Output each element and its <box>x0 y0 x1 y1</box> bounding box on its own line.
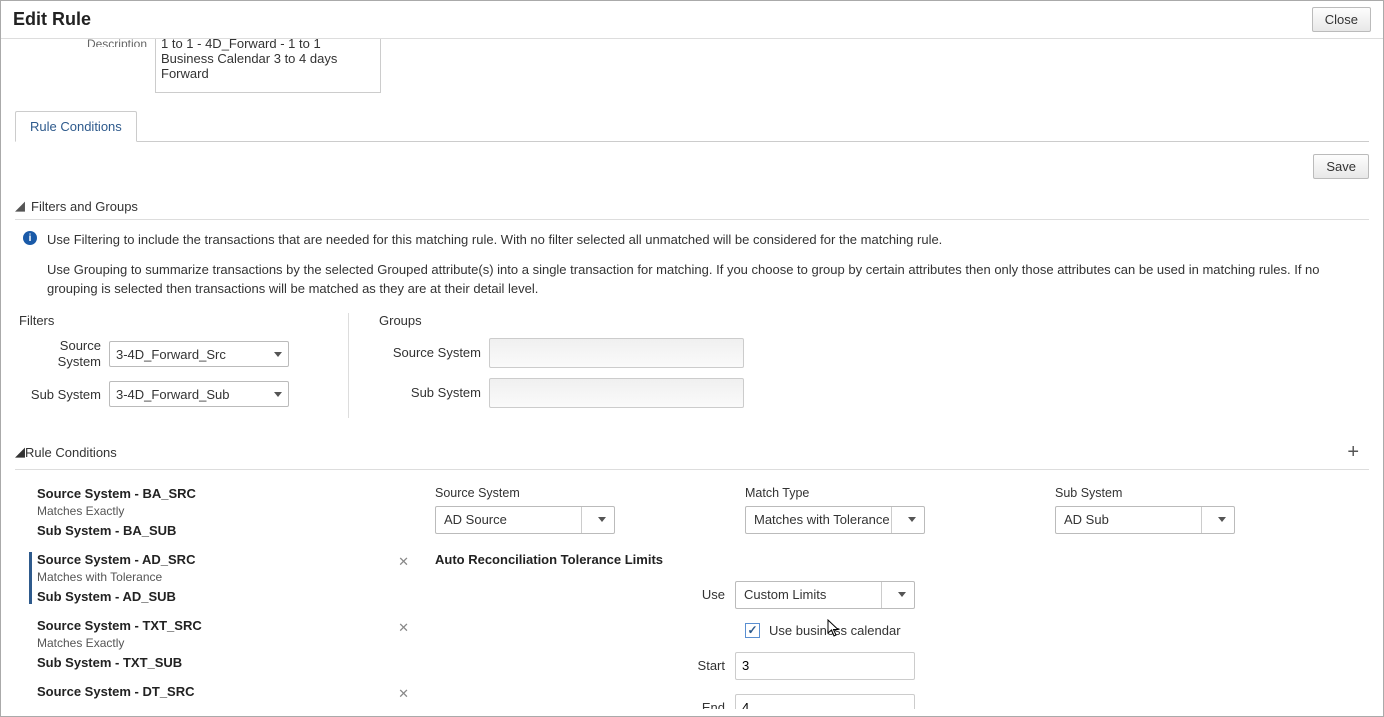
end-input[interactable] <box>735 694 915 710</box>
remove-condition-icon[interactable]: ✕ <box>398 554 409 570</box>
condition-matchtype: Matches Exactly <box>37 636 435 650</box>
condition-source: Source System - TXT_SRC <box>37 618 435 633</box>
detail-sub-value: AD Sub <box>1064 512 1109 527</box>
group-source-input[interactable] <box>489 338 744 368</box>
condition-matchtype: Matches with Tolerance <box>37 570 435 584</box>
detail-sub-label: Sub System <box>1055 486 1235 500</box>
use-label: Use <box>435 587 735 602</box>
rule-conditions-toggle[interactable]: ◢ Rule Conditions <box>15 444 117 460</box>
groups-column: Groups Source System Sub System <box>349 313 744 418</box>
dialog-header: Edit Rule Close <box>1 1 1383 39</box>
info-text: Use Filtering to include the transaction… <box>47 230 1365 299</box>
chevron-down-icon <box>1218 517 1226 522</box>
close-button[interactable]: Close <box>1312 7 1371 32</box>
sub-system-filter-value: 3-4D_Forward_Sub <box>116 387 229 402</box>
filters-title: Filters <box>19 313 328 328</box>
groups-title: Groups <box>379 313 744 328</box>
chevron-down-icon <box>274 392 282 397</box>
remove-condition-icon[interactable]: ✕ <box>398 686 409 702</box>
detail-sub-select[interactable]: AD Sub <box>1055 506 1235 534</box>
use-select[interactable]: Custom Limits <box>735 581 915 609</box>
tab-rule-conditions[interactable]: Rule Conditions <box>15 111 137 142</box>
conditions-body: Source System - BA_SRC Matches Exactly S… <box>15 470 1369 710</box>
condition-item[interactable]: Source System - TXT_SRC Matches Exactly … <box>29 618 435 670</box>
info-icon: i <box>23 231 37 245</box>
use-value: Custom Limits <box>744 587 826 602</box>
condition-item[interactable]: Source System - BA_SRC Matches Exactly S… <box>29 486 435 538</box>
info-line1: Use Filtering to include the transaction… <box>47 230 1365 250</box>
chevron-down-icon <box>898 592 906 597</box>
condition-sub: Sub System - AD_SUB <box>37 589 435 604</box>
add-condition-button[interactable]: + <box>1341 441 1365 464</box>
conditions-list: Source System - BA_SRC Matches Exactly S… <box>15 486 435 710</box>
detail-source-label: Source System <box>435 486 615 500</box>
info-line2: Use Grouping to summarize transactions b… <box>47 260 1365 299</box>
description-label: Description <box>15 39 155 47</box>
detail-source-select[interactable]: AD Source <box>435 506 615 534</box>
condition-detail: Source System AD Source Match Type Match… <box>435 486 1369 710</box>
condition-item[interactable]: Source System - AD_SRC Matches with Tole… <box>29 552 435 604</box>
condition-source: Source System - AD_SRC <box>37 552 435 567</box>
end-label: End <box>435 700 735 709</box>
filters-groups-header[interactable]: ◢ Filters and Groups <box>15 193 1369 220</box>
filters-column: Filters Source System 3-4D_Forward_Src S… <box>19 313 349 418</box>
description-input[interactable] <box>155 39 381 93</box>
condition-item[interactable]: Source System - DT_SRC <box>29 684 435 699</box>
dialog-content[interactable]: Description Rule Conditions Save ◢ Filte… <box>1 39 1383 709</box>
dialog-title: Edit Rule <box>13 9 91 30</box>
chevron-down-icon <box>274 352 282 357</box>
group-sub-input[interactable] <box>489 378 744 408</box>
source-system-filter-select[interactable]: 3-4D_Forward_Src <box>109 341 289 367</box>
sub-system-label: Sub System <box>19 387 109 402</box>
chevron-down-icon <box>598 517 606 522</box>
group-source-label: Source System <box>379 345 489 360</box>
description-row: Description <box>15 39 1369 93</box>
condition-matchtype: Matches Exactly <box>37 504 435 518</box>
tolerance-title: Auto Reconciliation Tolerance Limits <box>435 552 1359 567</box>
save-button[interactable]: Save <box>1313 154 1369 179</box>
use-business-calendar-checkbox[interactable]: ✓ <box>745 623 760 638</box>
collapse-icon: ◢ <box>15 198 25 214</box>
edit-rule-dialog: Edit Rule Close Description Rule Conditi… <box>0 0 1384 717</box>
chevron-down-icon <box>908 517 916 522</box>
detail-match-value: Matches with Tolerance <box>754 512 890 527</box>
condition-sub: Sub System - TXT_SUB <box>37 655 435 670</box>
detail-source-value: AD Source <box>444 512 507 527</box>
condition-sub: Sub System - BA_SUB <box>37 523 435 538</box>
tabs: Rule Conditions <box>15 111 1369 142</box>
start-input[interactable] <box>735 652 915 680</box>
info-block: i Use Filtering to include the transacti… <box>15 220 1369 303</box>
condition-source: Source System - BA_SRC <box>37 486 435 501</box>
remove-condition-icon[interactable]: ✕ <box>398 620 409 636</box>
filters-groups-title: Filters and Groups <box>31 199 138 214</box>
condition-source: Source System - DT_SRC <box>37 684 435 699</box>
group-sub-label: Sub System <box>379 385 489 400</box>
use-business-calendar-label: Use business calendar <box>769 623 901 638</box>
save-toolbar: Save <box>15 154 1369 179</box>
detail-match-label: Match Type <box>745 486 925 500</box>
rule-conditions-title: Rule Conditions <box>25 445 117 460</box>
source-system-label: Source System <box>19 338 109 372</box>
filters-groups-body: Filters Source System 3-4D_Forward_Src S… <box>15 303 1369 436</box>
sub-system-filter-select[interactable]: 3-4D_Forward_Sub <box>109 381 289 407</box>
start-label: Start <box>435 658 735 673</box>
rule-conditions-header: ◢ Rule Conditions + <box>15 436 1369 470</box>
detail-match-select[interactable]: Matches with Tolerance <box>745 506 925 534</box>
collapse-icon: ◢ <box>15 444 25 460</box>
source-system-filter-value: 3-4D_Forward_Src <box>116 347 226 362</box>
